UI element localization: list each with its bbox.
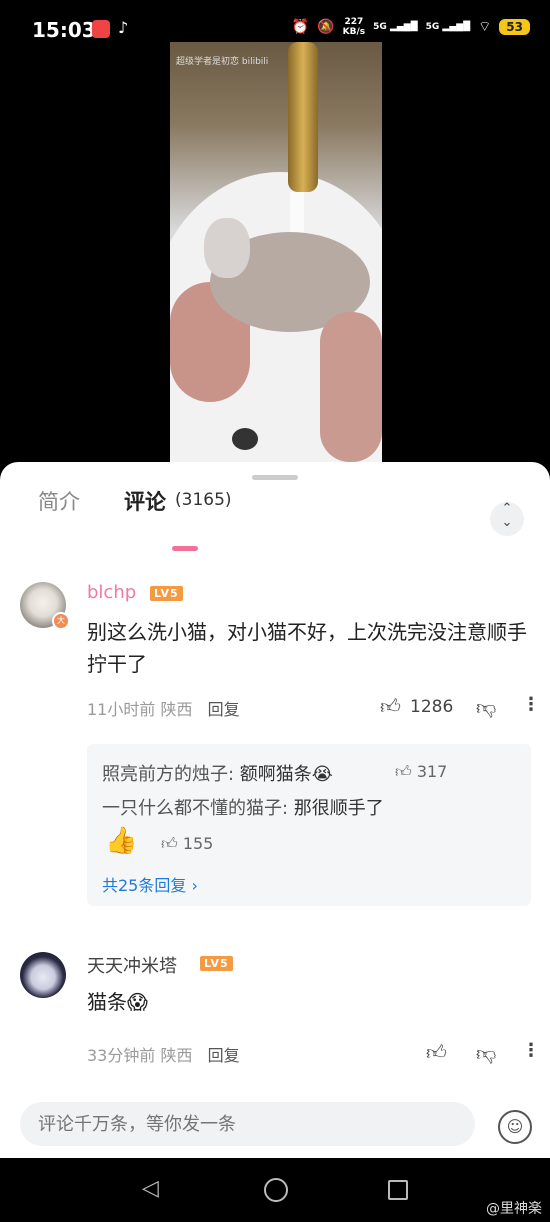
- video-watermark: 超级学者是初恋 bilibili: [176, 57, 269, 67]
- like-count: 1286: [410, 697, 454, 717]
- reply-author[interactable]: 一只什么都不懂的猫子:: [102, 798, 288, 819]
- thumbs-up-icon[interactable]: 👍︎: [380, 694, 401, 719]
- tab-intro[interactable]: 简介: [38, 486, 80, 516]
- reply-text: 那很顺手了: [288, 798, 384, 819]
- reply-like-count: 317: [416, 762, 448, 781]
- faucet-image: [288, 42, 318, 192]
- signal-2: 5G ▂▄▆█: [425, 22, 471, 32]
- reply-author[interactable]: 照亮前方的烛子:: [102, 764, 234, 785]
- thumbs-up-icon[interactable]: 👍︎: [426, 1040, 447, 1065]
- tab-comments[interactable]: 评论: [124, 486, 166, 516]
- home-icon[interactable]: [264, 1178, 288, 1202]
- comment-meta: 33分钟前 陕西 回复: [87, 1042, 240, 1066]
- chevron-down-icon: ⌄: [501, 515, 513, 530]
- video-player[interactable]: 超级学者是初恋 bilibili: [170, 42, 382, 462]
- status-time: 15:03: [32, 18, 96, 42]
- status-indicators: ⏰ 🔕 227 KB/s 5G ▂▄▆█ 5G ▂▄▆█ ⌔ 53: [292, 17, 530, 37]
- reply-button[interactable]: 回复: [208, 700, 240, 719]
- more-options-icon[interactable]: ⋮: [522, 1040, 540, 1061]
- comment-text: 别这么洗小猫，对小猫不好，上次洗完没注意顺手拧干了: [87, 620, 527, 676]
- network-speed: 227 KB/s: [342, 17, 366, 37]
- signal-1: 5G ▂▄▆█: [373, 22, 418, 32]
- comment-location: 陕西: [160, 700, 193, 719]
- tiktok-icon: ♪: [118, 18, 129, 37]
- thumbs-down-icon[interactable]: 👎︎: [476, 1041, 496, 1066]
- sort-toggle-button[interactable]: ⌃ ⌄: [490, 502, 524, 536]
- comment-meta: 11小时前 陕西 回复: [87, 696, 240, 720]
- comments-sheet: 简介 评论 (3165) ⌃ ⌄ 大 blchp LV5 别这么洗小猫，对小猫不…: [0, 462, 550, 1158]
- comment-time: 33分钟前: [87, 1046, 156, 1065]
- back-icon[interactable]: ◁: [142, 1176, 159, 1201]
- comment-input[interactable]: [20, 1102, 458, 1146]
- weibo-watermark: @里神楽: [486, 1201, 542, 1217]
- reply-like-count: 155: [182, 834, 214, 853]
- tab-bar: 简介 评论 (3165) ⌃ ⌄: [0, 482, 550, 551]
- reply-text: 额啊猫条😭: [234, 764, 333, 785]
- wifi-icon: ⌔: [478, 19, 492, 35]
- thumbs-down-icon[interactable]: 👎︎: [476, 695, 496, 720]
- notification-app-icon: [92, 20, 110, 38]
- level-badge: LV5: [150, 586, 183, 601]
- system-nav-bar: ◁ @里神楽: [0, 1158, 550, 1222]
- reply-like[interactable]: 👍︎ 317: [395, 762, 447, 782]
- comment-time: 11小时前: [87, 700, 156, 719]
- comment-location: 陕西: [160, 1046, 193, 1065]
- alarm-icon: ⏰: [291, 19, 310, 35]
- thumbs-up-emoji: 👍: [105, 826, 138, 856]
- chevron-up-icon: ⌃: [501, 501, 513, 516]
- reply-item: 照亮前方的烛子: 额啊猫条😭: [102, 760, 333, 786]
- reply-item: 一只什么都不懂的猫子: 那很顺手了: [102, 794, 384, 820]
- comment-composer: [20, 1102, 475, 1146]
- more-options-icon[interactable]: ⋮: [522, 694, 540, 715]
- battery-indicator: 53: [499, 19, 530, 35]
- level-badge: LV5: [200, 956, 233, 971]
- tab-active-indicator: [172, 546, 198, 551]
- emoji-icon[interactable]: ☺: [498, 1110, 532, 1144]
- comment-text: 猫条😱: [87, 990, 148, 1014]
- avatar[interactable]: [20, 952, 66, 998]
- sink-drain: [232, 428, 258, 450]
- comment-username[interactable]: 天天冲米塔: [87, 952, 177, 978]
- reply-button[interactable]: 回复: [208, 1046, 240, 1065]
- recent-apps-icon[interactable]: [388, 1180, 408, 1200]
- view-all-replies-link[interactable]: 共25条回复 ›: [102, 872, 198, 896]
- comment-username[interactable]: blchp: [87, 582, 136, 603]
- drag-handle[interactable]: [252, 475, 298, 480]
- reply-like[interactable]: 👍︎ 155: [161, 834, 213, 854]
- kitten-head: [204, 218, 250, 278]
- comment-count: (3165): [175, 490, 232, 510]
- avatar-badge: 大: [52, 612, 70, 630]
- replies-preview[interactable]: 照亮前方的烛子: 额啊猫条😭 👍︎ 317 一只什么都不懂的猫子: 那很顺手了 …: [87, 744, 531, 906]
- mute-icon: 🔕: [317, 19, 335, 35]
- hand-right: [320, 312, 382, 462]
